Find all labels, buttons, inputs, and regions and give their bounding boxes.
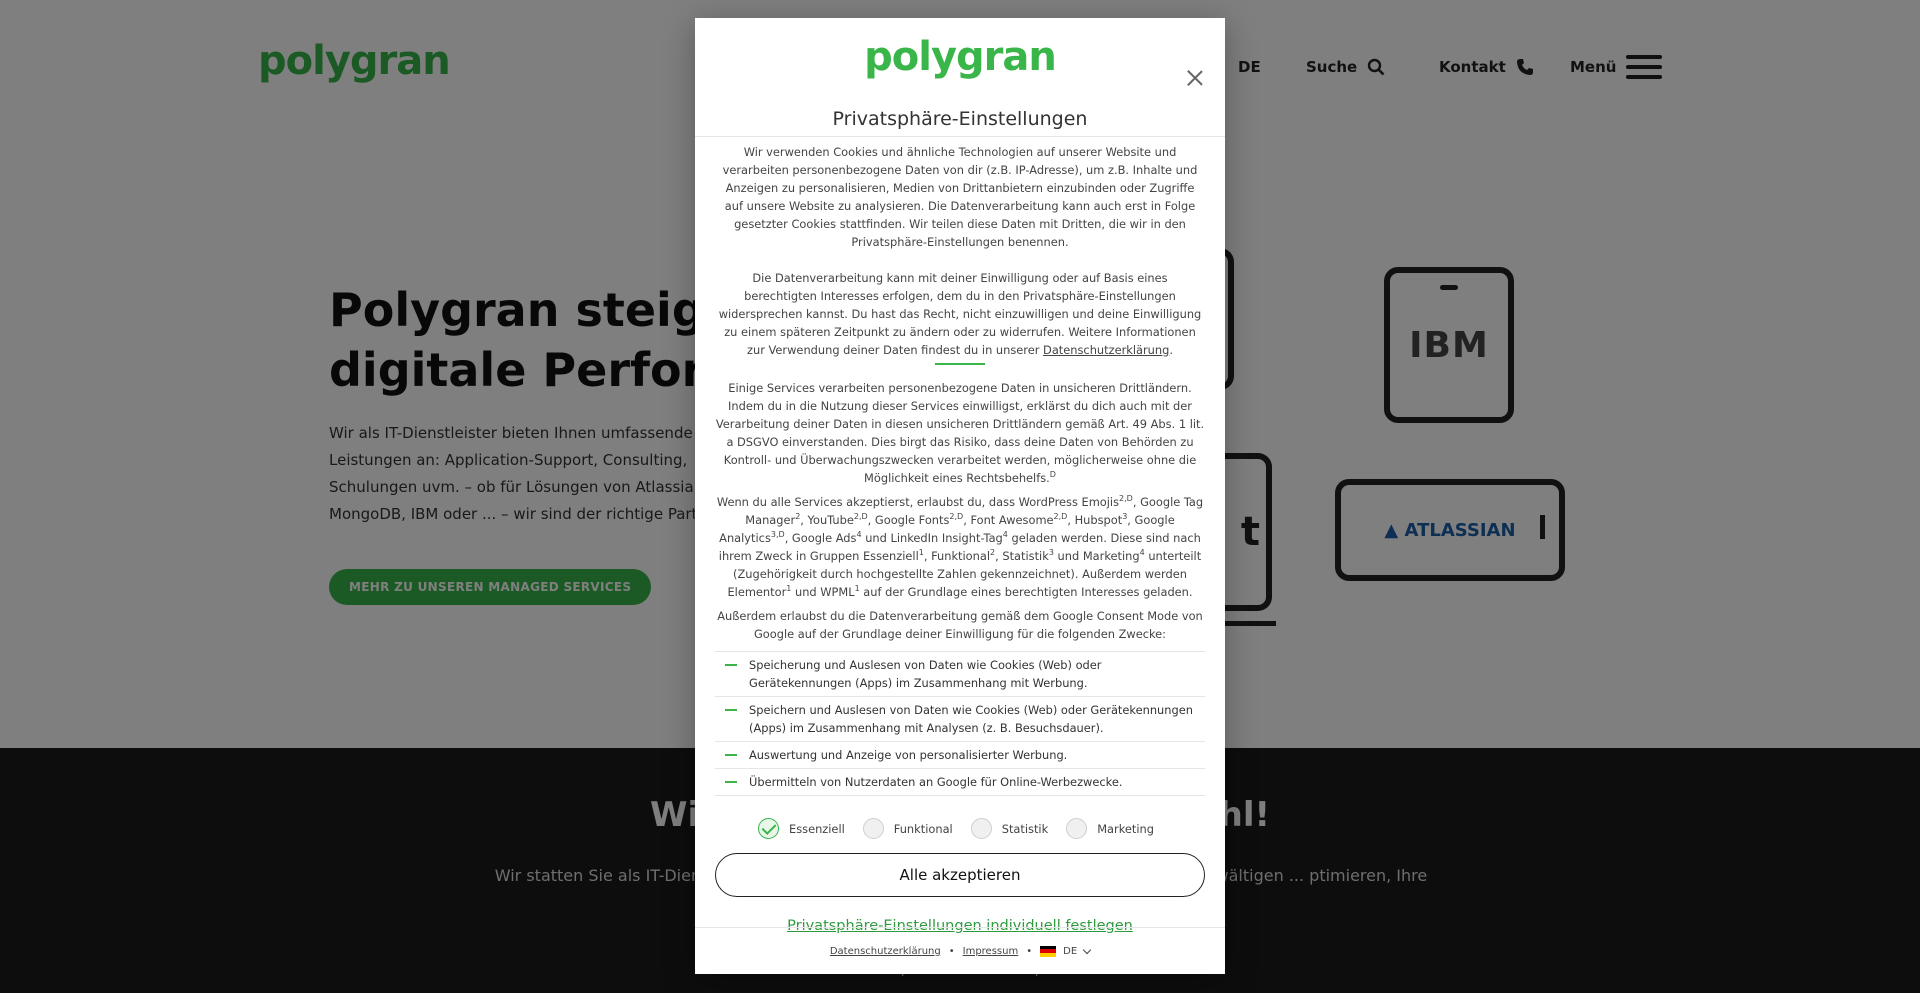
services-paragraph: Wenn du alle Services akzeptierst, erlau… bbox=[715, 493, 1205, 601]
services-text: auf der Grundlage eines berechtigten Int… bbox=[859, 585, 1193, 599]
services-text: und Marketing bbox=[1053, 549, 1140, 563]
footnote-marker: 2,D bbox=[1053, 512, 1068, 522]
accept-all-button[interactable]: Alle akzeptieren bbox=[715, 853, 1205, 897]
purpose-item[interactable]: Speichern und Auslesen von Daten wie Coo… bbox=[715, 697, 1205, 742]
chevron-down-icon bbox=[1082, 945, 1092, 954]
dialog-logo: polygran bbox=[864, 34, 1057, 80]
checkbox[interactable] bbox=[1066, 818, 1088, 839]
intro-paragraph: Wir verwenden Cookies und ähnliche Techn… bbox=[722, 145, 1198, 249]
dialog-footer: Datenschutzerklärung • Impressum • DE bbox=[695, 927, 1225, 974]
legal-basis-paragraph: Die Datenverarbeitung kann mit deiner Ei… bbox=[715, 269, 1205, 365]
link-accent-line bbox=[935, 363, 985, 365]
group-label: Marketing bbox=[1097, 821, 1154, 836]
purpose-item[interactable]: Speicherung und Auslesen von Daten wie C… bbox=[715, 652, 1205, 697]
checkbox[interactable] bbox=[970, 818, 992, 839]
footer-imprint-link[interactable]: Impressum bbox=[963, 946, 1019, 957]
group-statistik[interactable]: Statistik bbox=[970, 818, 1049, 839]
services-text: und LinkedIn Insight-Tag bbox=[861, 531, 1003, 545]
purpose-label: Speicherung und Auslesen von Daten wie C… bbox=[749, 658, 1102, 690]
footnote-marker: 2,D bbox=[1119, 494, 1133, 504]
services-text: , Font Awesome bbox=[963, 513, 1054, 527]
footnote-marker: 2,D bbox=[853, 512, 868, 522]
german-flag-icon bbox=[1040, 945, 1057, 957]
dialog-header: polygran Privatsphäre-Einstellungen bbox=[695, 18, 1225, 137]
services-text: und WPML bbox=[791, 585, 855, 599]
dialog-title: Privatsphäre-Einstellungen bbox=[832, 108, 1088, 130]
checkbox-checked[interactable] bbox=[758, 818, 779, 839]
footnote-marker: D bbox=[1049, 470, 1056, 480]
group-label: Essenziell bbox=[789, 821, 845, 836]
minus-icon bbox=[725, 664, 737, 666]
purpose-label: Übermitteln von Nutzerdaten an Google fü… bbox=[749, 775, 1123, 789]
language-selector[interactable]: DE bbox=[1040, 945, 1092, 957]
footer-privacy-link[interactable]: Datenschutzerklärung bbox=[830, 946, 941, 957]
services-text: , Hubspot bbox=[1067, 513, 1123, 527]
footer-language-label: DE bbox=[1063, 945, 1078, 957]
services-text: , Google Fonts bbox=[867, 513, 950, 527]
privacy-settings-dialog: polygran Privatsphäre-Einstellungen Wir … bbox=[695, 18, 1225, 974]
group-funktional[interactable]: Funktional bbox=[862, 818, 953, 839]
group-label: Funktional bbox=[893, 821, 953, 836]
footer-separator: • bbox=[1026, 945, 1033, 957]
footer-separator: • bbox=[948, 945, 955, 957]
group-essenziell[interactable]: Essenziell bbox=[758, 818, 845, 839]
purpose-label: Auswertung und Anzeige von personalisier… bbox=[749, 748, 1068, 762]
minus-icon bbox=[725, 781, 737, 783]
checkbox[interactable] bbox=[862, 818, 884, 839]
group-label: Statistik bbox=[1001, 821, 1049, 836]
consent-mode-paragraph: Außerdem erlaubst du die Datenverarbeitu… bbox=[717, 609, 1203, 641]
group-marketing[interactable]: Marketing bbox=[1066, 818, 1154, 839]
purpose-label: Speichern und Auslesen von Daten wie Coo… bbox=[749, 703, 1193, 735]
services-text: , Statistik bbox=[995, 549, 1049, 563]
consent-groups: Essenziell Funktional Statistik Marketin… bbox=[715, 818, 1205, 839]
purpose-item[interactable]: Auswertung und Anzeige von personalisier… bbox=[715, 742, 1205, 769]
minus-icon bbox=[725, 754, 737, 756]
privacy-policy-link[interactable]: Datenschutzerklärung bbox=[1043, 343, 1169, 357]
consent-purposes-list: Speicherung und Auslesen von Daten wie C… bbox=[715, 651, 1205, 796]
third-country-paragraph: Einige Services verarbeiten personenbezo… bbox=[715, 379, 1205, 487]
minus-icon bbox=[725, 709, 737, 711]
footnote-marker: 3,D bbox=[770, 530, 785, 540]
close-icon[interactable] bbox=[1185, 68, 1205, 88]
services-text: , YouTube bbox=[800, 513, 854, 527]
purpose-item[interactable]: Übermitteln von Nutzerdaten an Google fü… bbox=[715, 769, 1205, 796]
services-text: , Google Ads bbox=[784, 531, 857, 545]
third-country-text: Einige Services verarbeiten personenbezo… bbox=[715, 381, 1205, 485]
dialog-body: Wir verwenden Cookies und ähnliche Techn… bbox=[695, 143, 1225, 935]
services-text: , Funktional bbox=[923, 549, 991, 563]
services-text: Wenn du alle Services akzeptierst, erlau… bbox=[716, 495, 1120, 509]
footnote-marker: 2,D bbox=[949, 512, 964, 522]
